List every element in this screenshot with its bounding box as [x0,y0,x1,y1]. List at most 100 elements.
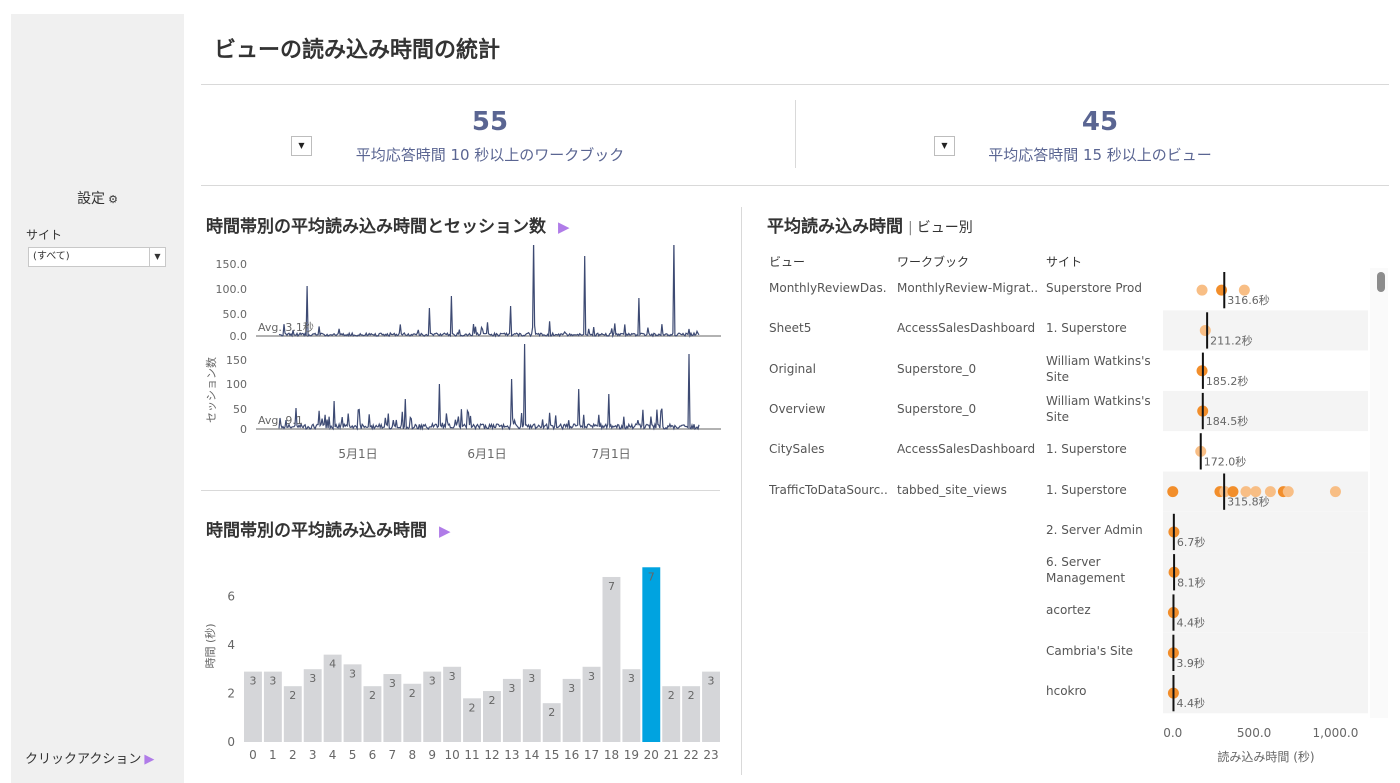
bar-x-tick: 10 [444,748,459,762]
avg-load-time-line [278,245,700,339]
table-cell-view[interactable]: Overview [769,401,887,417]
table-cell-site[interactable]: William Watkins's Site [1046,353,1161,385]
bar-value-label: 3 [568,682,575,695]
bar-x-tick: 12 [484,748,499,762]
table-cell-workbook[interactable]: AccessSalesDashboard [897,320,1037,336]
chevron-down-icon: ▼ [149,248,165,266]
bar-x-tick: 11 [464,748,479,762]
bar-x-tick: 19 [624,748,639,762]
bar-value-label: 2 [688,689,695,702]
scatter-point[interactable] [1329,486,1341,498]
top-avg-label: Avg. 3.1秒 [258,320,314,334]
table-cell-view[interactable]: CitySales [769,441,887,457]
bar-x-tick: 20 [644,748,659,762]
table-cell-site[interactable]: 1. Superstore [1046,482,1161,498]
session-count-axis-label: セッション数 [205,357,218,423]
scatter-row-band [1163,390,1368,432]
site-filter-label: サイト [26,228,63,242]
divider [795,100,796,168]
table-cell-site[interactable]: 2. Server Admin [1046,522,1161,538]
table-cell-workbook[interactable]: Superstore_0 [897,401,1037,417]
scatter-point[interactable] [1167,486,1179,498]
scatter-x-tick: 500.0 [1237,726,1271,740]
table-cell-site[interactable]: 6. Server Management [1046,554,1161,586]
bar-value-label: 7 [608,580,615,593]
session-count-line [278,343,700,431]
scrollbar-track[interactable] [1370,268,1388,718]
settings-label: 設定 [77,191,106,207]
table-cell-workbook[interactable]: Superstore_0 [897,361,1037,377]
scrollbar-thumb[interactable] [1377,272,1385,292]
bar-hour-20[interactable] [642,567,661,742]
kpi-2-label: 平均応答時間 15 秒以上のビュー [988,146,1212,164]
divider [201,185,1389,186]
play-triangle-icon[interactable]: ▶ [439,522,451,540]
x-tick: 6月1日 [467,447,506,461]
scatter-x-tick: 0.0 [1163,726,1182,740]
column-header-view[interactable]: ビュー [769,253,805,270]
kpi-2-value: 45 [1081,107,1119,137]
bar-value-label: 3 [628,672,635,685]
bar-value-label: 3 [249,675,256,688]
bar-chart: 時間 (秒) 024630312233443526372839310211212… [203,567,720,762]
bar-value-label: 2 [289,689,296,702]
bar-x-tick: 9 [428,748,436,762]
column-header-workbook[interactable]: ワークブック [897,253,969,270]
bar-x-tick: 1 [269,748,277,762]
scatter-chart: 316.6秒 211.2秒 185.2秒 184.5秒 172.0秒 315.8秒 6.7秒… [1163,270,1368,764]
table-cell-view[interactable]: MonthlyReviewDas.. [769,280,887,296]
bar-x-tick: 14 [524,748,539,762]
scatter-x-tick: 1,000.0 [1313,726,1359,740]
scatter-x-axis-label: 読み込み時間 (秒) [1217,749,1314,764]
bar-x-tick: 2 [289,748,297,762]
bar-value-label: 2 [548,706,555,719]
scatter-point[interactable] [1216,284,1228,296]
site-filter-select[interactable]: (すべて) ▼ [28,247,166,267]
bottom-y-tick: 100 [226,378,247,391]
average-label: 4.4秒 [1176,616,1205,630]
table-cell-workbook[interactable]: tabbed_site_views [897,482,1037,498]
scatter-point[interactable] [1196,284,1208,296]
click-action-label: クリックアクション [25,752,142,767]
bar-x-tick: 0 [249,748,257,762]
bottom-y-tick: 150 [226,354,247,367]
column-header-site[interactable]: サイト [1046,253,1082,270]
gear-icon: ⚙ [108,193,118,206]
bar-value-label: 3 [588,670,595,683]
average-label: 8.1秒 [1177,575,1206,589]
bar-x-tick: 18 [604,748,619,762]
scatter-point[interactable] [1282,486,1294,498]
bar-x-tick: 7 [389,748,397,762]
bar-value-label: 3 [508,682,515,695]
bar-y-tick: 2 [227,686,235,700]
settings-button[interactable]: 設定 ⚙ [11,188,184,208]
bar-value-label: 2 [668,689,675,702]
bar-value-label: 3 [309,672,316,685]
table-cell-view[interactable]: Sheet5 [769,320,887,336]
divider [201,490,720,491]
table-cell-site[interactable]: acortez [1046,602,1161,618]
table-cell-site[interactable]: hcokro [1046,683,1161,699]
click-action-button[interactable]: クリックアクション ▶ [25,748,154,767]
kpi-1-value: 55 [471,107,509,137]
table-cell-site[interactable]: William Watkins's Site [1046,393,1161,425]
bar-x-tick: 17 [584,748,599,762]
bar-x-tick: 5 [349,748,357,762]
table-cell-view[interactable]: Original [769,361,887,377]
table-cell-workbook[interactable]: MonthlyReview-Migrat.. [897,280,1037,296]
bar-hour-18[interactable] [602,576,621,742]
bar-x-tick: 21 [664,748,679,762]
bar-value-label: 3 [429,675,436,688]
table-cell-view[interactable]: TrafficToDataSourc.. [769,482,887,498]
average-label: 6.7秒 [1177,535,1206,549]
bar-x-tick: 13 [504,748,519,762]
bar-value-label: 3 [349,667,356,680]
table-cell-site[interactable]: 1. Superstore [1046,441,1161,457]
table-cell-workbook[interactable]: AccessSalesDashboard [897,441,1037,457]
table-cell-site[interactable]: Superstore Prod [1046,280,1161,296]
table-cell-site[interactable]: Cambria's Site [1046,643,1161,659]
bottom-avg-label: Avg. 9.1 [258,414,303,427]
table-cell-site[interactable]: 1. Superstore [1046,320,1161,336]
play-triangle-icon[interactable]: ▶ [558,218,570,236]
bar-x-tick: 4 [329,748,337,762]
